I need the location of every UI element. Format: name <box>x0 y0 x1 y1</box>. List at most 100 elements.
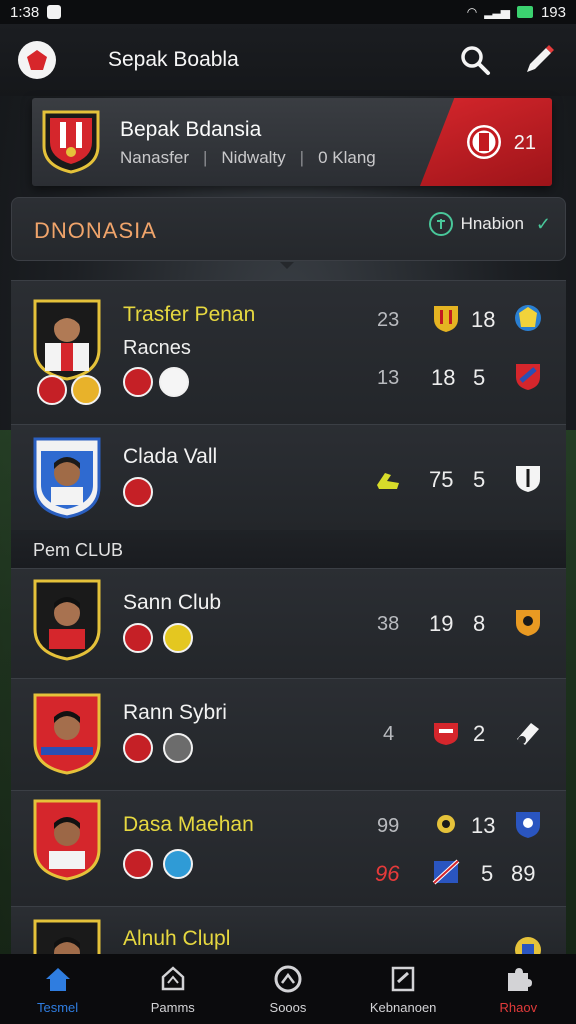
featured-tab-nationality[interactable]: Nidwalty <box>221 148 285 168</box>
boot-icon <box>377 473 399 489</box>
nav-item-scores[interactable]: Sooos <box>233 964 343 1015</box>
ball-icon <box>273 964 303 994</box>
club-badge-icon <box>163 733 193 763</box>
list-item[interactable]: Clada Vall 75 5 <box>11 424 566 530</box>
tab-separator: | <box>202 148 208 167</box>
club-crest-icon <box>516 466 540 492</box>
club-badge-icon <box>163 849 193 879</box>
wifi-icon: ◠ <box>466 5 478 19</box>
app-title: Sepak Boabla <box>108 48 239 71</box>
club-badge-icon <box>123 733 153 763</box>
player-crest-icon <box>33 299 101 381</box>
stat-value: 18 <box>471 307 496 332</box>
checkmark-icon: ✓ <box>535 213 551 234</box>
club-name: Alnuh Clupl <box>123 927 231 950</box>
club-name: Dasa Maehan <box>123 813 254 836</box>
player-name: Clada Vall <box>123 445 218 468</box>
club-crest-icon <box>516 812 540 838</box>
stat-value: 5 <box>481 861 494 886</box>
nav-label: Rhaov <box>499 999 538 1015</box>
club-badge-icon <box>163 623 193 653</box>
player-name: Trasfer Penan <box>123 303 256 326</box>
player-crest-icon <box>33 693 101 775</box>
club-badge-icon <box>123 849 153 879</box>
search-icon[interactable] <box>456 41 494 79</box>
featured-team-card[interactable]: Bepak Bdansia Nanasfer | Nidwalty | 0 Kl… <box>32 98 552 186</box>
home-icon <box>43 964 73 994</box>
club-name: Sann Club <box>123 591 222 614</box>
stat-value: 4 <box>383 723 395 745</box>
list-item[interactable]: Alnuh Clupl <box>11 906 566 956</box>
section-header: DNONASIA Hnabion ✓ <box>11 197 566 261</box>
notification-icon <box>47 5 62 19</box>
nav-item-home[interactable]: Tesmel <box>3 964 113 1015</box>
club-section-divider: Pem CLUB <box>11 530 566 568</box>
player-crest-icon <box>33 919 101 956</box>
club-badge-icon <box>123 477 153 507</box>
stat-value: 5 <box>473 467 486 492</box>
club-crest-icon <box>516 364 540 390</box>
stat-value: 13 <box>471 813 496 838</box>
player-crest-icon <box>33 437 101 519</box>
app-logo[interactable] <box>18 41 56 79</box>
status-time: 1:38 <box>10 3 40 21</box>
club-crest-icon <box>434 723 458 745</box>
nav-label: Pamms <box>150 999 195 1015</box>
sun-crest-icon <box>437 815 455 833</box>
club-crest-icon <box>515 305 541 331</box>
team-crest-icon <box>42 110 100 174</box>
document-icon <box>388 964 418 994</box>
club-name: Rann Sybri <box>123 701 227 724</box>
section-pointer <box>280 262 294 269</box>
stat-value: 89 <box>511 861 536 886</box>
club-badge-icon <box>159 367 189 397</box>
club-badge-icon <box>123 623 153 653</box>
club-badge-icon <box>37 375 67 405</box>
puzzle-icon <box>503 964 533 994</box>
club-section-label: Pem CLUB <box>33 540 124 560</box>
club-badge-icon <box>71 375 101 405</box>
section-filter-button[interactable]: Hnabion ✓ <box>428 212 551 236</box>
player-crest-icon <box>33 799 101 881</box>
nav-item-more[interactable]: Rhaov <box>463 964 573 1015</box>
nav-label: Tesmel <box>37 999 79 1015</box>
list-item[interactable]: Sann Club 38 19 8 <box>11 568 566 678</box>
nav-item-news[interactable]: Kebnanoen <box>348 964 458 1015</box>
stat-value: 18 <box>431 365 456 390</box>
stat-value: 2 <box>473 721 486 746</box>
shield-icon <box>158 964 188 994</box>
featured-team-title: Bepak Bdansia <box>120 118 262 141</box>
flag-icon <box>432 859 460 885</box>
featured-tab-klang[interactable]: 0 Klang <box>318 148 376 168</box>
whistle-icon <box>517 723 539 745</box>
player-crest-icon <box>33 579 101 661</box>
list-item[interactable]: Rann Sybri 4 2 <box>11 678 566 790</box>
nav-label: Sooos <box>269 999 307 1015</box>
featured-score: 21 <box>513 132 536 154</box>
bottom-navigation: Tesmel Pamms Sooos Kebnanoen Rhaov <box>0 954 576 1024</box>
section-filter-label: Hnabion <box>460 214 524 233</box>
stat-value: 19 <box>429 611 454 636</box>
status-bar: 1:38 ◠ ▂▃▅ 193 <box>0 0 576 24</box>
section-title: DNONASIA <box>34 218 157 243</box>
stat-value: 13 <box>377 367 400 389</box>
edit-pencil-icon[interactable] <box>520 41 558 79</box>
stat-value: 5 <box>473 365 486 390</box>
nav-label: Kebnanoen <box>369 999 437 1015</box>
signal-icon: ▂▃▅ <box>484 5 510 19</box>
list-item[interactable]: Trasfer Penan Racnes 23 18 13 18 5 <box>11 280 566 424</box>
featured-tabs: Nanasfer | Nidwalty | 0 Klang <box>120 148 376 168</box>
filter-icon <box>428 212 453 236</box>
stat-value: 23 <box>377 309 400 331</box>
club-badge-icon <box>123 367 153 397</box>
app-bar: Sepak Boabla <box>0 24 576 96</box>
club-crest-icon <box>515 937 541 956</box>
club-crest-icon <box>516 610 540 636</box>
list-item[interactable]: Dasa Maehan 99 13 96 5 89 <box>11 790 566 906</box>
featured-tab-transfer[interactable]: Nanasfer <box>120 148 189 168</box>
battery-level: 193 <box>540 3 566 21</box>
shield-icon <box>434 306 458 332</box>
nav-item-teams[interactable]: Pamms <box>118 964 228 1015</box>
stat-value: 75 <box>429 467 454 492</box>
player-sub: Racnes <box>123 337 191 359</box>
